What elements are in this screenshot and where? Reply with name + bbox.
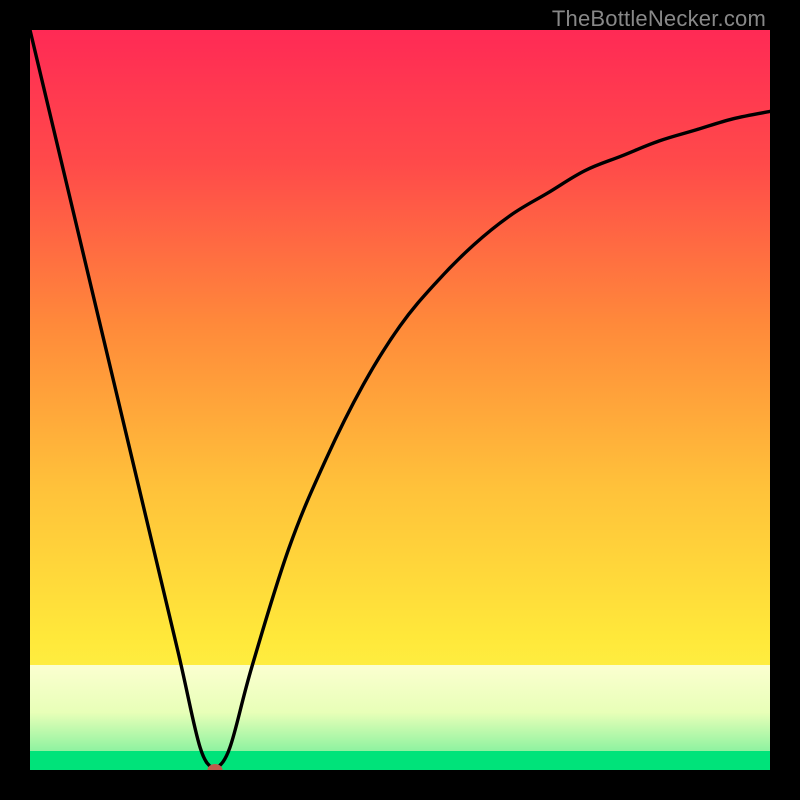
watermark-label: TheBottleNecker.com — [552, 6, 766, 32]
chart-svg — [30, 30, 770, 770]
chart-frame — [30, 30, 770, 770]
green-baseline-band — [30, 751, 770, 770]
pale-yellow-green-band — [30, 665, 770, 751]
